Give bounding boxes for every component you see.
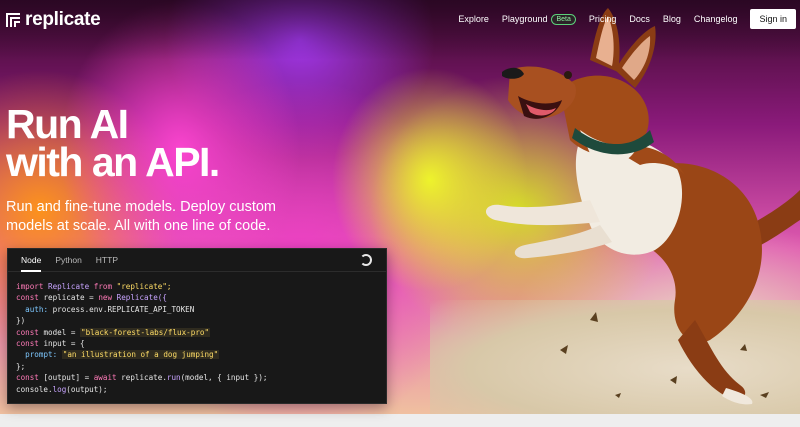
replicate-logo[interactable]: replicate xyxy=(6,9,101,31)
beta-badge: Beta xyxy=(551,13,576,25)
hero-headline: Run AI with an API. xyxy=(6,101,306,185)
nav-explore[interactable]: Explore xyxy=(458,14,489,24)
loading-spinner-icon xyxy=(360,254,372,266)
code-block: import Replicate from "replicate"; const… xyxy=(8,272,386,404)
tab-http[interactable]: HTTP xyxy=(96,249,118,272)
code-line-7: prompt: "an illustration of a dog jumpin… xyxy=(25,350,220,360)
headline-line-2: with an API. xyxy=(6,139,220,185)
nav-docs[interactable]: Docs xyxy=(629,14,650,24)
nav-changelog[interactable]: Changelog xyxy=(694,14,738,24)
code-line-4: }) xyxy=(16,316,26,326)
nav-pricing[interactable]: Pricing xyxy=(589,14,617,24)
tab-node[interactable]: Node xyxy=(21,249,42,272)
code-line-3: auth: process.env.REPLICATE_API_TOKEN xyxy=(25,304,195,314)
code-line-5: const model = "black-forest-labs/flux-pr… xyxy=(16,327,211,337)
brand-name: replicate xyxy=(25,9,101,30)
sign-in-button[interactable]: Sign in xyxy=(750,9,796,29)
nav-blog[interactable]: Blog xyxy=(663,14,681,24)
code-line-6: const input = { xyxy=(16,339,85,349)
nav-playground[interactable]: Playground Beta xyxy=(501,13,576,25)
code-example-panel: Node Python HTTP import Replicate from "… xyxy=(7,248,387,404)
dog-illustration xyxy=(485,8,800,405)
code-line-1: import Replicate from "replicate"; xyxy=(16,282,172,291)
code-line-8: }; xyxy=(16,361,26,371)
tab-python[interactable]: Python xyxy=(55,249,81,272)
code-language-tabs: Node Python HTTP xyxy=(8,249,386,272)
headline-line-1: Run AI xyxy=(6,101,129,147)
code-line-9: const [output] = await replicate.run(mod… xyxy=(16,373,268,383)
code-line-10: console.log(output); xyxy=(16,384,108,394)
replicate-mark-icon xyxy=(6,12,22,28)
code-line-2: const replicate = new Replicate({ xyxy=(16,293,167,303)
top-nav: Explore Playground Beta Pricing Docs Blo… xyxy=(458,9,800,29)
hero-subhead: Run and fine-tune models. Deploy custom … xyxy=(6,199,277,234)
nav-playground-label: Playground xyxy=(501,14,548,24)
